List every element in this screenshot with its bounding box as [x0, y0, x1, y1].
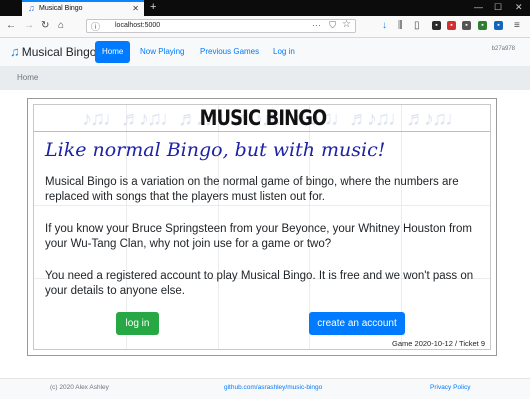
site-info-icon[interactable]: ⓘ — [91, 20, 100, 33]
bingo-ticket-card: ♪♫♩♬♪♫♩♬♪♫♩♬♪♫♩♬♪♫♩♬♪♫♩♬♪♫♩♬♪♫♩♬♪♫ MUSIC… — [27, 98, 497, 356]
grid-line — [34, 205, 490, 206]
privacy-policy-link[interactable]: Privacy Policy — [430, 384, 470, 391]
extension-icon[interactable]: ▪ — [462, 21, 471, 30]
page-title: MUSIC BINGO — [199, 106, 328, 130]
breadcrumb: Home — [0, 66, 530, 90]
tab-title: Musical Bingo — [39, 5, 83, 12]
library-icon[interactable]: ⫼ — [398, 20, 403, 31]
game-ticket-info: Game 2020-10-12 / Ticket 9 — [392, 339, 485, 348]
maximize-icon[interactable]: ☐ — [494, 2, 502, 13]
tagline: Like normal Bingo, but with music! — [45, 139, 386, 161]
bookmark-star-icon[interactable]: ☆ — [342, 19, 351, 30]
site-navbar: ♫ Musical Bingo Home Now Playing Previous… — [0, 38, 530, 66]
brand-label: Musical Bingo — [21, 45, 97, 59]
downloads-icon[interactable]: ↓ — [382, 20, 387, 31]
nav-home[interactable]: Home — [95, 41, 131, 63]
music-note-icon: ♫ — [28, 3, 35, 13]
minimize-icon[interactable]: — — [474, 2, 483, 12]
menu-icon[interactable]: ≡ — [514, 20, 520, 31]
music-note-icon: ♫ — [10, 44, 20, 59]
page-actions-icon[interactable]: ··· — [312, 20, 321, 30]
url-text: localhost:5000 — [115, 22, 161, 29]
brand[interactable]: ♫ Musical Bingo — [10, 44, 96, 59]
intro-paragraph: Musical Bingo is a variation on the norm… — [45, 176, 459, 203]
copyright: (c) 2020 Alex Ashley — [50, 384, 109, 391]
browser-tab[interactable]: ♫ Musical Bingo ✕ — [22, 0, 144, 16]
nav-log-in[interactable]: Log in — [273, 47, 295, 56]
sidebar-icon[interactable]: ▯ — [414, 20, 420, 31]
repo-link[interactable]: github.com/asrashley/music-bingo — [224, 384, 322, 391]
close-tab-icon[interactable]: ✕ — [132, 4, 139, 13]
extension-icon[interactable]: ▪ — [494, 21, 503, 30]
build-id: b27a978 — [491, 46, 515, 52]
header-divider — [34, 131, 490, 132]
home-icon[interactable]: ⌂ — [58, 20, 64, 31]
pocket-icon[interactable]: ⛉ — [329, 20, 336, 31]
reload-icon[interactable]: ↻ — [41, 20, 49, 31]
ticket-grid: ♪♫♩♬♪♫♩♬♪♫♩♬♪♫♩♬♪♫♩♬♪♫♩♬♪♫♩♬♪♫♩♬♪♫ MUSIC… — [33, 104, 491, 350]
address-bar[interactable]: ⓘ localhost:5000 ··· ⛉ ☆ — [86, 19, 356, 33]
nav-previous-games[interactable]: Previous Games — [200, 47, 259, 56]
account-paragraph: You need a registered account to play Mu… — [45, 270, 474, 297]
extension-icon[interactable]: ▪ — [447, 21, 456, 30]
forward-icon[interactable]: → — [24, 20, 34, 31]
new-tab-icon[interactable]: + — [150, 1, 156, 13]
invite-paragraph: If you know your Bruce Springsteen from … — [45, 223, 472, 250]
nav-now-playing[interactable]: Now Playing — [140, 47, 184, 56]
footer: (c) 2020 Alex Ashley github.com/asrashle… — [0, 378, 530, 399]
breadcrumb-home: Home — [17, 73, 39, 82]
extension-icon[interactable]: ▪ — [478, 21, 487, 30]
log-in-button[interactable]: log in — [116, 312, 159, 335]
back-icon[interactable]: ← — [6, 20, 16, 31]
close-window-icon[interactable]: ✕ — [515, 2, 523, 13]
browser-toolbar: ← → ↻ ⌂ ⓘ localhost:5000 ··· ⛉ ☆ ↓ ⫼ ▯ ▪… — [0, 16, 530, 38]
browser-tab-bar: ♫ Musical Bingo ✕ + — ☐ ✕ — [0, 0, 530, 16]
create-account-button[interactable]: create an account — [309, 312, 405, 335]
extension-icon[interactable]: ▪ — [432, 21, 441, 30]
